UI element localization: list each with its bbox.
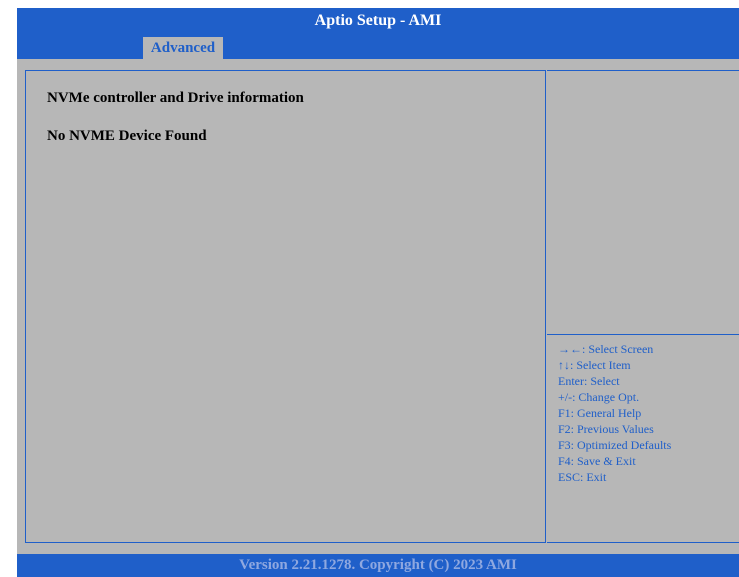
key-hint-optimized-defaults: F3: Optimized Defaults: [558, 438, 672, 452]
key-hint-change-opt: +/-: Change Opt.: [558, 390, 640, 404]
section-heading: NVMe controller and Drive information: [47, 90, 304, 106]
key-hint-esc-exit: ESC: Exit: [558, 470, 607, 484]
content-area: NVMe controller and Drive information No…: [17, 59, 739, 554]
tab-advanced-label: Advanced: [150, 39, 216, 56]
tab-advanced[interactable]: Advanced: [143, 37, 223, 59]
help-divider: [547, 334, 739, 335]
key-hint-save-exit: F4: Save & Exit: [558, 454, 636, 468]
key-hint-previous-values: F2: Previous Values: [558, 422, 654, 436]
version-text: Version 2.21.1278. Copyright (C) 2023 AM…: [239, 557, 517, 573]
footer-bar: Version 2.21.1278. Copyright (C) 2023 AM…: [17, 554, 739, 577]
app-title: Aptio Setup - AMI: [314, 11, 442, 29]
title-bar: Aptio Setup - AMI: [17, 8, 739, 33]
no-device-message: No NVME Device Found: [47, 128, 207, 144]
key-hint-enter: Enter: Select: [558, 374, 620, 388]
key-hint-select-item: ↑↓: Select Item: [558, 358, 631, 372]
key-hint-select-screen: →←: Select Screen: [558, 342, 654, 356]
key-hint-general-help: F1: General Help: [558, 406, 642, 420]
key-legend: →←: Select Screen ↑↓: Select Item Enter:…: [558, 341, 671, 485]
tab-bar: Advanced: [17, 33, 739, 59]
help-panel: →←: Select Screen ↑↓: Select Item Enter:…: [547, 70, 739, 543]
main-panel: NVMe controller and Drive information No…: [25, 70, 546, 543]
